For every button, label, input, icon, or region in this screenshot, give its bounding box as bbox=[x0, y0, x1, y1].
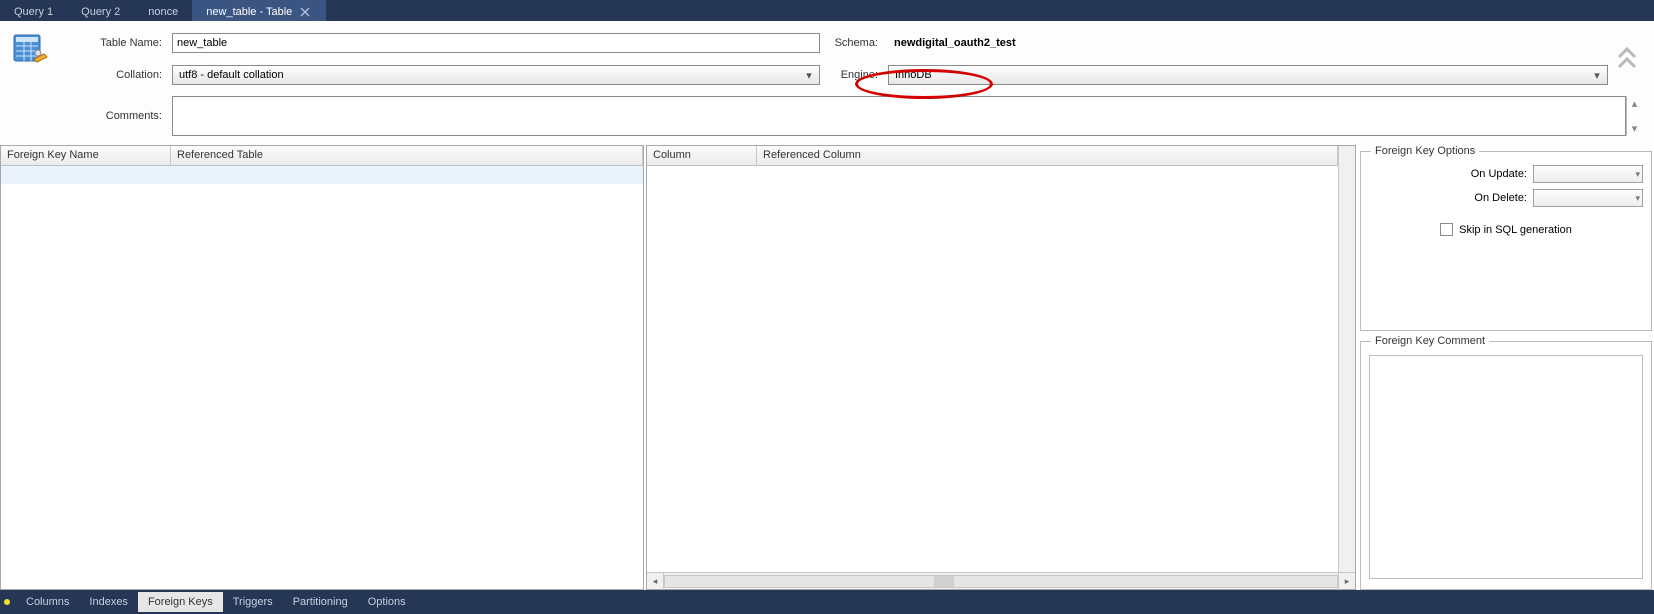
fk-columns-body[interactable] bbox=[647, 166, 1338, 572]
fk-columns-panel: Column Referenced Column ◂ ▸ bbox=[646, 145, 1356, 590]
fk-options-group: Foreign Key Options On Update: ▾ On Dele… bbox=[1360, 145, 1652, 331]
editor-tabs: Columns Indexes Foreign Keys Triggers Pa… bbox=[0, 590, 1654, 614]
tab-query2[interactable]: Query 2 bbox=[67, 0, 134, 21]
scroll-right-icon[interactable]: ▸ bbox=[1338, 573, 1355, 590]
engine-value: InnoDB bbox=[895, 69, 932, 81]
tab-label: Columns bbox=[26, 596, 69, 608]
table-row[interactable] bbox=[1, 166, 643, 184]
tab-label: new_table - Table bbox=[206, 6, 292, 18]
tab-label: Partitioning bbox=[293, 596, 348, 608]
tab-triggers[interactable]: Triggers bbox=[223, 592, 283, 612]
fk-comment-legend: Foreign Key Comment bbox=[1371, 335, 1489, 347]
schema-label: Schema: bbox=[824, 37, 884, 49]
tab-foreign-keys[interactable]: Foreign Keys bbox=[138, 592, 223, 612]
comments-textarea[interactable] bbox=[172, 96, 1626, 136]
tab-label: Triggers bbox=[233, 596, 273, 608]
collation-select[interactable]: utf8 - default collation ▾ bbox=[172, 65, 820, 85]
collation-value: utf8 - default collation bbox=[179, 69, 284, 81]
tab-query1[interactable]: Query 1 bbox=[0, 0, 67, 21]
col-referenced-column[interactable]: Referenced Column bbox=[757, 146, 1338, 165]
skip-sql-label: Skip in SQL generation bbox=[1459, 224, 1572, 236]
on-delete-label: On Delete: bbox=[1457, 192, 1527, 204]
fk-list-header: Foreign Key Name Referenced Table bbox=[1, 146, 643, 166]
close-icon[interactable] bbox=[298, 5, 312, 19]
comments-scrollbar[interactable]: ▴▾ bbox=[1626, 96, 1642, 136]
status-dot-icon bbox=[4, 599, 10, 605]
engine-label: Engine: bbox=[824, 69, 884, 81]
tab-label: Indexes bbox=[89, 596, 128, 608]
tab-label: nonce bbox=[148, 6, 178, 18]
table-header-form: Table Name: Schema: newdigital_oauth2_te… bbox=[0, 21, 1654, 145]
horizontal-scrollbar[interactable]: ◂ ▸ bbox=[647, 572, 1355, 589]
comments-label: Comments: bbox=[58, 110, 168, 122]
fk-list-panel: Foreign Key Name Referenced Table bbox=[0, 145, 644, 590]
tab-indexes[interactable]: Indexes bbox=[79, 592, 138, 612]
tab-label: Query 1 bbox=[14, 6, 53, 18]
tab-label: Foreign Keys bbox=[148, 596, 213, 608]
fk-comment-textarea[interactable] bbox=[1369, 355, 1643, 579]
scroll-left-icon[interactable]: ◂ bbox=[647, 573, 664, 590]
engine-select[interactable]: InnoDB ▾ bbox=[888, 65, 1608, 85]
table-icon bbox=[12, 31, 48, 67]
fk-comment-group: Foreign Key Comment bbox=[1360, 335, 1652, 590]
col-column[interactable]: Column bbox=[647, 146, 757, 165]
table-name-input[interactable] bbox=[172, 33, 820, 53]
on-delete-select[interactable]: ▾ bbox=[1533, 189, 1643, 207]
fk-list-body[interactable] bbox=[1, 166, 643, 589]
chevron-down-icon: ▾ bbox=[801, 69, 817, 82]
tab-label: Query 2 bbox=[81, 6, 120, 18]
document-tabs: Query 1 Query 2 nonce new_table - Table bbox=[0, 0, 1654, 21]
fk-side-panel: Foreign Key Options On Update: ▾ On Dele… bbox=[1358, 145, 1654, 590]
table-name-label: Table Name: bbox=[58, 37, 168, 49]
tab-new-table[interactable]: new_table - Table bbox=[192, 0, 326, 21]
collapse-icon[interactable] bbox=[1617, 45, 1637, 73]
schema-value: newdigital_oauth2_test bbox=[888, 37, 1608, 49]
tab-label: Options bbox=[368, 596, 406, 608]
tab-options[interactable]: Options bbox=[358, 592, 416, 612]
fk-columns-header: Column Referenced Column bbox=[647, 146, 1338, 166]
vertical-scrollbar[interactable] bbox=[1338, 146, 1355, 572]
on-update-label: On Update: bbox=[1457, 168, 1527, 180]
on-update-select[interactable]: ▾ bbox=[1533, 165, 1643, 183]
foreign-keys-editor: Foreign Key Name Referenced Table Column… bbox=[0, 145, 1654, 590]
chevron-down-icon: ▾ bbox=[1635, 193, 1640, 204]
chevron-down-icon: ▾ bbox=[1635, 169, 1640, 180]
col-fk-name[interactable]: Foreign Key Name bbox=[1, 146, 171, 165]
tab-columns[interactable]: Columns bbox=[16, 592, 79, 612]
chevron-down-icon: ▾ bbox=[1589, 69, 1605, 82]
tab-partitioning[interactable]: Partitioning bbox=[283, 592, 358, 612]
fk-options-legend: Foreign Key Options bbox=[1371, 145, 1479, 157]
collation-label: Collation: bbox=[58, 69, 168, 81]
skip-sql-checkbox[interactable] bbox=[1440, 223, 1453, 236]
tab-nonce[interactable]: nonce bbox=[134, 0, 192, 21]
col-referenced-table[interactable]: Referenced Table bbox=[171, 146, 643, 165]
